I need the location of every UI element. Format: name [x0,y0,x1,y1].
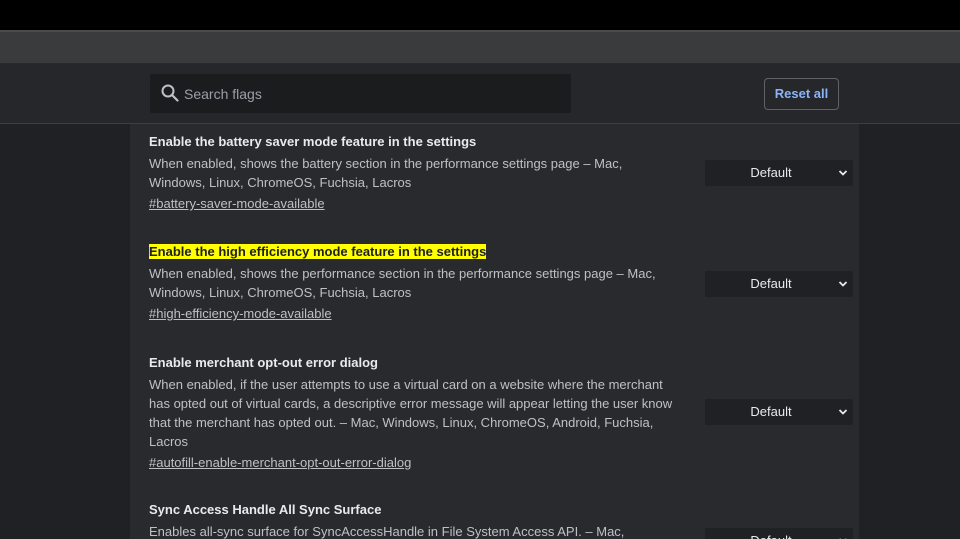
flag-select-value: Default [750,276,792,291]
flags-list: Enable the battery saver mode feature in… [130,124,859,539]
reset-all-button[interactable]: Reset all [764,78,839,110]
flag-select[interactable]: Default [705,399,853,425]
flag-select[interactable]: Default [705,271,853,297]
window-top-bar [0,0,960,30]
flag-select-value: Default [750,404,792,419]
flag-title-highlight: Enable the high efficiency mode feature … [149,244,487,259]
flag-select-value: Default [750,165,792,180]
flag-item-battery-saver: Enable the battery saver mode feature in… [149,134,853,213]
flag-description: When enabled, if the user attempts to us… [149,377,673,449]
search-input[interactable] [184,74,564,113]
flag-description: When enabled, shows the battery section … [149,156,623,190]
flag-item-merchant-opt-out: Enable merchant opt-out error dialog Whe… [149,355,853,472]
flag-title: Sync Access Handle All Sync Surface [149,502,382,517]
chevron-down-icon [838,281,848,287]
browser-toolbar-strip [0,30,960,64]
flag-description: Enables all-sync surface for SyncAccessH… [149,524,625,539]
flag-select-value: Default [705,528,837,539]
chevron-down-icon [838,170,848,176]
flag-title: Enable merchant opt-out error dialog [149,355,378,370]
flag-link[interactable]: #autofill-enable-merchant-opt-out-error-… [149,454,411,472]
flag-link[interactable]: #high-efficiency-mode-available [149,305,332,323]
flag-item-sync-access-handle: Sync Access Handle All Sync Surface Enab… [149,502,853,539]
chevron-down-icon [838,409,848,415]
flag-description: When enabled, shows the performance sect… [149,266,656,300]
search-icon [161,84,179,102]
flag-select[interactable]: Default [705,528,853,539]
flag-title: Enable the battery saver mode feature in… [149,134,477,149]
search-box[interactable] [150,74,571,113]
flag-link[interactable]: #battery-saver-mode-available [149,195,325,213]
flags-header: Reset all [0,64,960,124]
flag-select[interactable]: Default [705,160,853,186]
flag-item-high-efficiency: Enable the high efficiency mode feature … [149,244,853,323]
flag-title: Enable the high efficiency mode feature … [149,244,839,260]
